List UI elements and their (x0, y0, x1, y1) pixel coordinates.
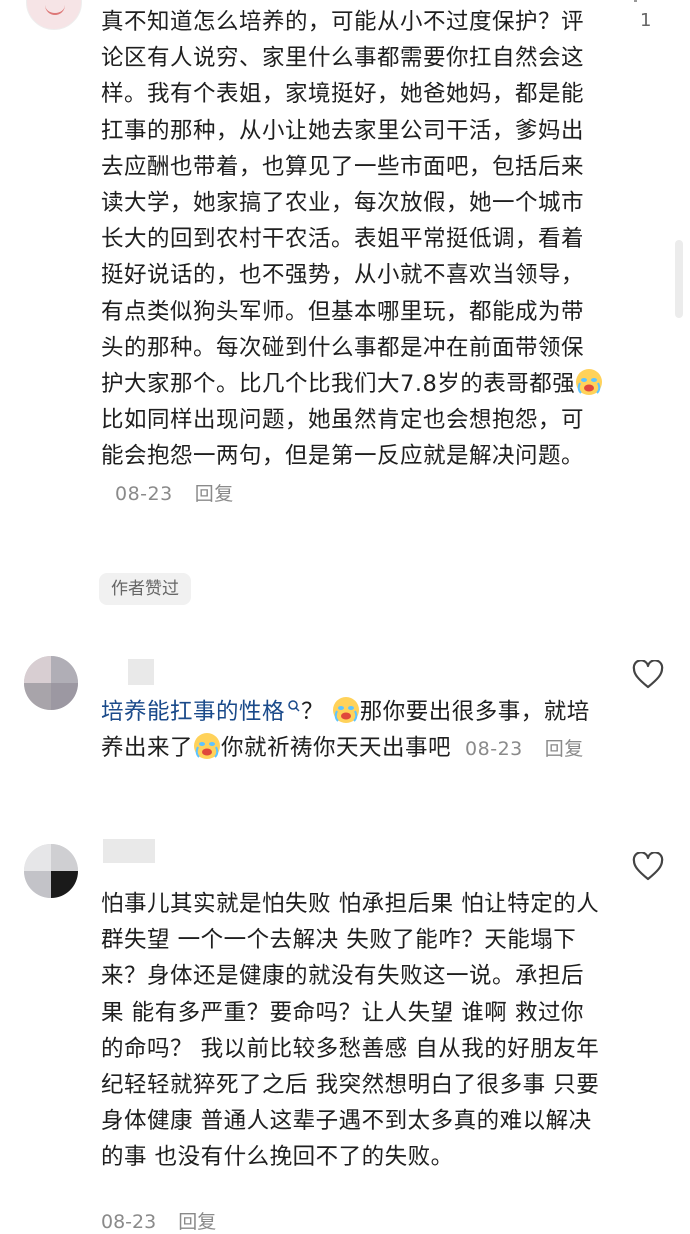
reply-button[interactable]: 回复 (545, 738, 584, 760)
comment-text: 真不知道怎么培养的，可能从小不过度保护？评论区有人说穷、家里什么事都需要你扛自然… (101, 4, 606, 512)
heart-outline-icon[interactable] (632, 852, 664, 882)
search-icon[interactable] (287, 699, 301, 713)
like-count: 1 (640, 10, 652, 31)
heart-outline-icon[interactable] (632, 660, 664, 690)
avatar[interactable] (24, 656, 78, 710)
comment-meta: 08-23 回复 (101, 1210, 216, 1234)
comment-date: 08-23 (115, 482, 173, 505)
comment-text: 培养能扛事的性格？ 那你要出很多事，就培养出来了 你就祈祷你天天出事吧 08-23 回… (101, 694, 606, 767)
author-liked-badge: 作者赞过 (99, 573, 191, 605)
avatar[interactable] (26, 0, 82, 30)
like-icon-fragment[interactable] (634, 0, 637, 2)
username[interactable] (128, 659, 154, 685)
comment-date: 08-23 (465, 738, 523, 761)
comment-text: 怕事儿其实就是怕失败 怕承担后果 怕让特定的人群失望 一个一个去解决 失败了能咋… (101, 891, 600, 1171)
topic-link[interactable]: 培养能扛事的性格 (101, 699, 285, 725)
scrollbar[interactable] (675, 240, 683, 318)
avatar[interactable] (24, 844, 78, 898)
crying-face-emoji-icon (576, 369, 603, 396)
reply-button[interactable]: 回复 (178, 1211, 216, 1233)
reply-button[interactable]: 回复 (195, 483, 234, 505)
comment-date: 08-23 (101, 1211, 157, 1233)
crying-face-emoji-icon (194, 733, 221, 760)
username[interactable] (103, 839, 155, 863)
crying-face-emoji-icon (332, 697, 359, 723)
